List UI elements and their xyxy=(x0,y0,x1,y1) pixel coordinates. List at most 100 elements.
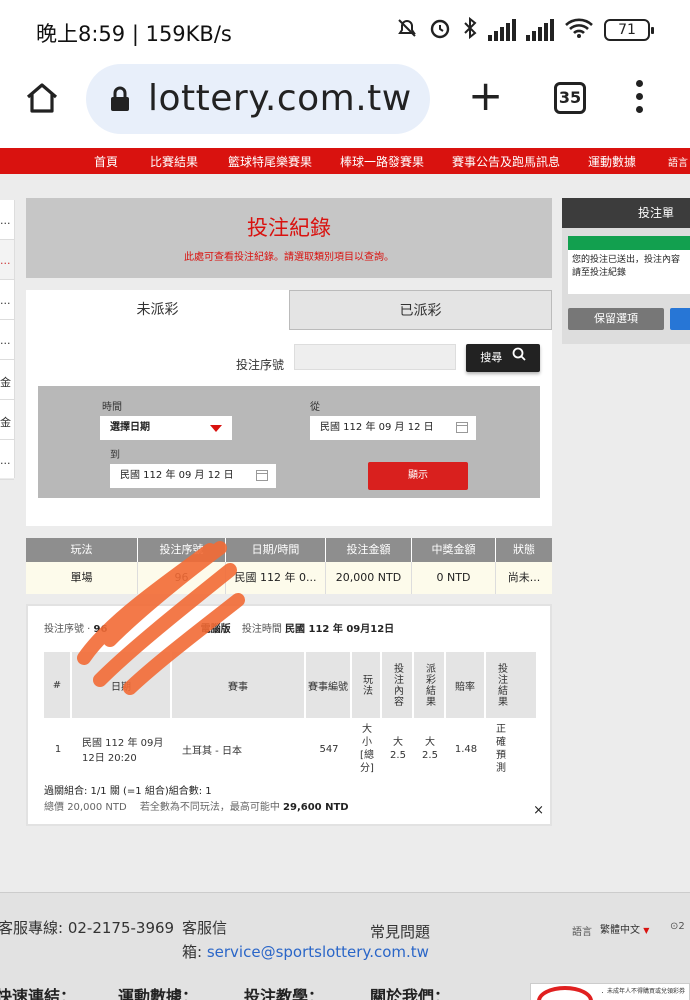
table-row[interactable]: 單場 96 民國 112 年 0... 20,000 NTD 0 NTD 尚未.… xyxy=(26,562,552,594)
dcell-date: 民國 112 年 09月 12日 20:20 xyxy=(82,738,164,764)
detail-serial-label: 投注序號 xyxy=(44,624,84,635)
to-date-value: 民國 112 年 09 月 12 日 xyxy=(120,470,234,481)
dcell-code: 547 xyxy=(319,743,339,755)
dcol-bet: 投注內容 xyxy=(382,652,414,718)
bell-off-icon xyxy=(396,17,418,43)
side-menu-item[interactable]: ... xyxy=(0,240,14,280)
side-menu: ... ... ... ... 金 金 ... xyxy=(0,200,15,480)
more-menu-icon[interactable] xyxy=(636,80,644,119)
footer-lang-label: 語言 xyxy=(572,927,592,938)
search-button-label: 搜尋 xyxy=(480,351,503,364)
footer-faq[interactable]: 常見問題 xyxy=(370,921,430,942)
side-menu-item[interactable]: ... xyxy=(0,280,14,320)
bet-slip-panel: 投注單 您的投注已送出，投注內容請至投注紀錄 保留選項 xyxy=(562,198,690,344)
wifi-icon xyxy=(564,17,594,43)
calendar-icon xyxy=(256,470,268,481)
date-filter: 時間 選擇日期 從 民國 112 年 09 月 12 日 到 民國 112 年 … xyxy=(38,386,540,498)
col-amount: 投注金額 xyxy=(326,538,412,562)
age-warning-text: ．未成年人不得購買或兌領彩券 xyxy=(601,988,686,995)
serial-label: 投注序號 xyxy=(236,358,285,372)
home-icon[interactable] xyxy=(24,80,60,116)
bet-slip-message: 您的投注已送出，投注內容請至投注紀錄 xyxy=(568,236,690,294)
dcol-match: 賽事 xyxy=(172,652,306,718)
footer-tutorial: 投注教學： xyxy=(244,987,325,1000)
search-button[interactable]: 搜尋 xyxy=(466,344,540,372)
side-menu-item[interactable]: 金 xyxy=(0,400,14,440)
battery-icon: 71 xyxy=(604,19,654,41)
address-bar[interactable]: lottery.com.tw xyxy=(86,64,430,134)
keep-selection-button[interactable]: 保留選項 xyxy=(568,308,664,330)
max-win-label: 若全數為不同玩法，最高可能中 xyxy=(139,802,280,813)
footer-hotline: 客服專線: 02-2175-3969 xyxy=(0,919,175,937)
page-title: 投注紀錄 xyxy=(247,216,331,240)
info-icon: ⊙2 xyxy=(670,921,685,932)
record-tabs: 未派彩 已派彩 xyxy=(26,290,552,330)
dcell-num: 1 xyxy=(54,743,62,755)
show-button[interactable]: 顯示 xyxy=(368,462,468,490)
dcol-result: 投注結果 xyxy=(495,663,507,707)
browser-toolbar: lottery.com.tw + 35 xyxy=(0,62,690,148)
no-entry-icon xyxy=(537,986,593,1000)
footer-lang-select[interactable]: 繁體中文 ▼ xyxy=(600,921,649,936)
time-label: 時間 xyxy=(102,402,122,413)
nav-sports-data[interactable]: 運動數據 xyxy=(588,153,636,170)
tab-unpaid[interactable]: 未派彩 xyxy=(26,290,289,330)
detail-table-header: # 日期 賽事 賽事編號 玩法 投注內容 派彩結果 賠率 投注結果 xyxy=(44,652,536,718)
table-row: 1 民國 112 年 09月 12日 20:20 土耳其 - 日本 547 大小… xyxy=(44,718,536,780)
combo-summary: 過關組合: 1/1 關 (=1 組合)組合數: 1 xyxy=(44,786,212,797)
detail-channel-value: 電腦版 xyxy=(200,624,231,635)
serial-input[interactable] xyxy=(294,344,456,370)
cell-datetime: 民國 112 年 0... xyxy=(226,562,326,594)
nav-results[interactable]: 比賽結果 xyxy=(150,153,198,170)
page-subtitle: 此處可查看投注紀錄。請選取類別項目以查詢。 xyxy=(184,252,394,263)
cell-status: 尚未... xyxy=(507,571,541,584)
dcell-result: 正確預測 xyxy=(496,724,506,774)
new-tab-icon[interactable]: + xyxy=(468,75,503,117)
date-type-select[interactable]: 選擇日期 xyxy=(100,416,232,440)
footer-mail-link[interactable]: service@sportslottery.com.tw xyxy=(207,943,429,961)
detail-time-label: 投注時間 xyxy=(241,624,282,635)
bet-detail-panel: 投注序號 · 96 電腦版 投注時間 民國 112 年 09月12日 # 日期 … xyxy=(26,604,552,826)
cell-play: 單場 xyxy=(26,562,138,594)
nav-basketball[interactable]: 籃球特尾樂賽果 xyxy=(228,153,312,170)
status-time: 晚上8:59 | 159KB/s xyxy=(36,22,232,46)
footer-lang-value: 繁體中文 xyxy=(600,925,640,936)
dcell-payout: 大 2.5 xyxy=(422,737,438,761)
side-menu-item[interactable]: ... xyxy=(0,440,14,480)
detail-time-value: 民國 112 年 09月12日 xyxy=(285,624,395,635)
dcol-play: 玩法 xyxy=(352,652,382,718)
status-bar: 晚上8:59 | 159KB/s 71 xyxy=(0,0,690,62)
bet-record-section: 投注紀錄 此處可查看投注紀錄。請選取類別項目以查詢。 未派彩 已派彩 投注序號 … xyxy=(26,198,552,526)
side-menu-item[interactable]: 金 xyxy=(0,360,14,400)
col-play: 玩法 xyxy=(26,538,138,562)
side-menu-item[interactable]: ... xyxy=(0,320,14,360)
side-menu-item[interactable]: ... xyxy=(0,200,14,240)
nav-baseball[interactable]: 棒球一路發賽果 xyxy=(340,153,424,170)
from-date-input[interactable]: 民國 112 年 09 月 12 日 xyxy=(310,416,476,440)
signal-4g-icon xyxy=(488,19,516,41)
dcell-bet: 大 2.5 xyxy=(390,737,406,761)
nav-home[interactable]: 首頁 xyxy=(94,153,118,170)
footer: 客服專線: 02-2175-3969 客服信 箱: service@sports… xyxy=(0,892,690,1000)
main-nav: 首頁 比賽結果 籃球特尾樂賽果 棒球一路發賽果 賽事公告及跑馬訊息 運動數據 語… xyxy=(0,148,690,174)
to-date-input[interactable]: 民國 112 年 09 月 12 日 xyxy=(110,464,276,488)
tab-paid[interactable]: 已派彩 xyxy=(289,290,552,330)
detail-serial-value: 96 xyxy=(93,624,108,635)
footer-mail-label-2: 箱: xyxy=(182,943,203,961)
date-type-value: 選擇日期 xyxy=(110,422,150,433)
col-prize: 中獎金額 xyxy=(412,538,496,562)
tab-switcher-button[interactable]: 35 xyxy=(554,82,586,114)
dcell-play: 大小[總分] xyxy=(360,724,374,774)
total-label: 總價 xyxy=(44,802,64,813)
close-icon[interactable]: × xyxy=(533,803,544,818)
from-date-value: 民國 112 年 09 月 12 日 xyxy=(320,422,434,433)
cell-serial: 96 xyxy=(138,562,226,594)
confirm-button[interactable] xyxy=(670,308,690,330)
nav-announcements[interactable]: 賽事公告及跑馬訊息 xyxy=(452,153,560,170)
nav-language[interactable]: 語言 xyxy=(668,154,688,169)
dcol-odds: 賠率 xyxy=(446,652,486,718)
age-warning-badge: ．未成年人不得購買或兌領彩券 xyxy=(530,983,690,1000)
bet-slip-title: 投注單 xyxy=(562,198,690,228)
dropdown-arrow-icon xyxy=(210,425,222,432)
alarm-icon xyxy=(428,16,452,44)
